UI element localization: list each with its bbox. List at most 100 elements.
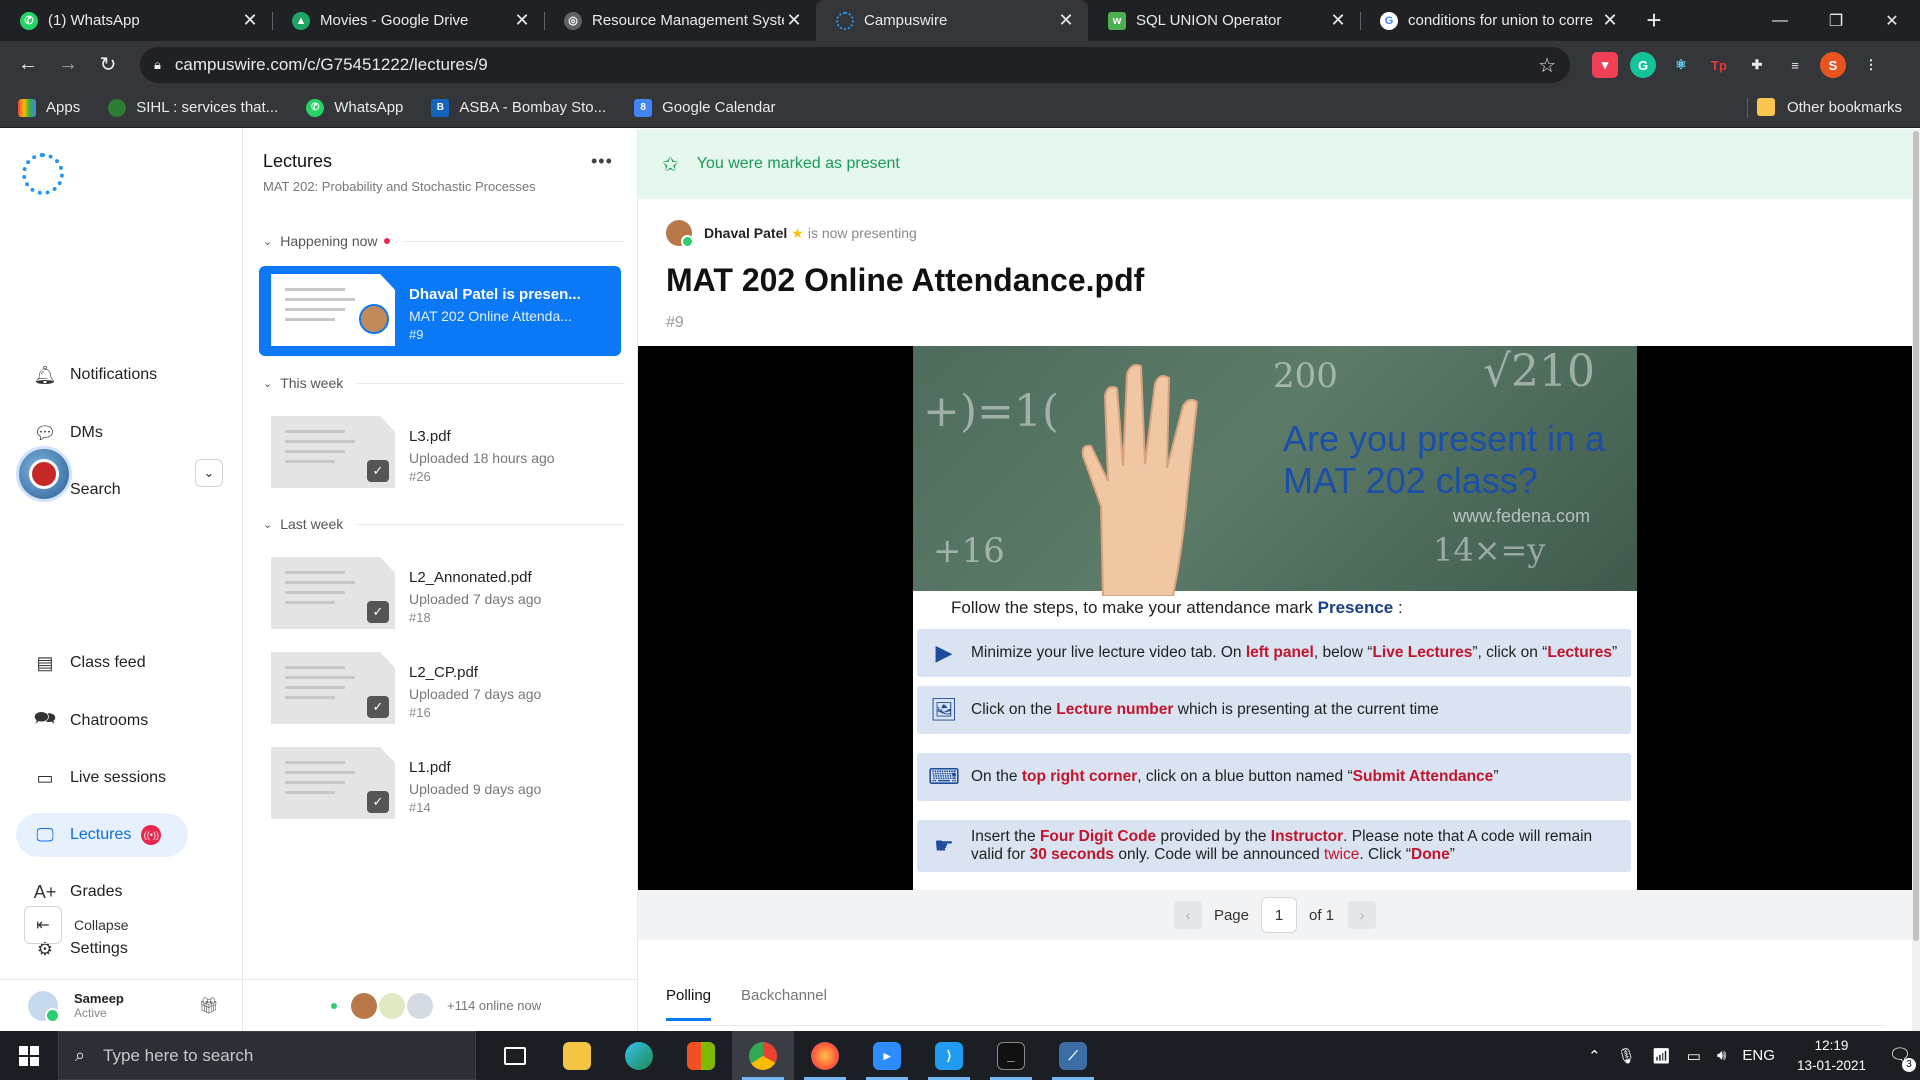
raised-hand-image <box>1081 364 1199 596</box>
chevron-down-icon[interactable]: ⌄ <box>195 459 223 487</box>
section-happening-now[interactable]: ⌄ Happening now <box>263 233 625 249</box>
page-scrollbar[interactable] <box>1912 129 1920 1031</box>
profile-avatar[interactable]: S <box>1820 52 1846 78</box>
divider <box>357 382 625 384</box>
lecture-number: #16 <box>409 705 431 721</box>
bookmark-label: Google Calendar <box>662 99 776 116</box>
close-icon[interactable]: ✕ <box>1056 10 1076 31</box>
file-explorer-button[interactable] <box>546 1031 608 1080</box>
browser-tab[interactable]: w SQL UNION Operator ✕ <box>1088 0 1360 41</box>
page-label: Page <box>1213 906 1249 924</box>
media-control-icon[interactable]: ≡ <box>1782 52 1808 78</box>
tab-polling[interactable]: Polling <box>666 987 712 1021</box>
firefox-button[interactable] <box>794 1031 856 1080</box>
new-tab-button[interactable]: + <box>1632 0 1676 41</box>
other-bookmarks[interactable]: Other bookmarks <box>1756 98 1902 116</box>
chrome-button[interactable] <box>732 1031 794 1080</box>
forward-icon[interactable]: → <box>48 53 88 76</box>
wifi-icon[interactable]: 📶︎ <box>1652 1047 1671 1065</box>
more-options-icon[interactable]: ••• <box>591 151 613 172</box>
terminal-button[interactable]: _ <box>980 1031 1042 1080</box>
nav-chatrooms[interactable]: 🗪︎ Chatrooms <box>16 699 188 743</box>
scrollbar-thumb[interactable] <box>1913 131 1919 941</box>
page-number-input[interactable]: 1 <box>1261 897 1297 933</box>
section-this-week[interactable]: ⌄ This week <box>263 375 625 391</box>
lecture-card[interactable]: ✓ L3.pdf Uploaded 18 hours ago #26 <box>259 408 621 498</box>
collapse-button[interactable]: ⇤ Collapse <box>24 906 128 944</box>
browser-tab[interactable]: ◎ Resource Management Syste ✕ <box>544 0 816 41</box>
lecture-card-current[interactable]: Dhaval Patel is presen... MAT 202 Online… <box>259 266 621 356</box>
taskbar-search-box[interactable]: ⌕ Type here to search <box>58 1031 476 1080</box>
lecture-card[interactable]: ✓ L1.pdf Uploaded 9 days ago #14 <box>259 739 621 829</box>
browser-tab[interactable]: ▲ Movies - Google Drive ✕ <box>272 0 544 41</box>
extensions-puzzle-icon[interactable]: ✚ <box>1744 52 1770 78</box>
language-indicator[interactable]: ENG <box>1742 1047 1775 1064</box>
restore-icon[interactable]: ❐ <box>1808 0 1864 41</box>
browser-tab[interactable]: G conditions for union to corre ✕ <box>1360 0 1632 41</box>
nav-live-sessions[interactable]: ▭ Live sessions <box>16 756 188 800</box>
minimize-icon[interactable]: — <box>1752 0 1808 41</box>
windows-start-button[interactable] <box>0 1031 58 1080</box>
chevron-up-icon[interactable]: ⌃ <box>1588 1047 1601 1065</box>
task-view-button[interactable] <box>484 1031 546 1080</box>
reload-icon[interactable]: ↻ <box>88 52 128 77</box>
browser-tab-active[interactable]: Campuswire ✕ <box>816 0 1088 41</box>
presenter-name[interactable]: Dhaval Patel <box>704 225 787 241</box>
tree-icon <box>108 98 127 117</box>
close-icon[interactable]: ✕ <box>1328 10 1348 31</box>
bookmark-star-icon[interactable]: ☆ <box>1538 53 1556 78</box>
gift-icon[interactable]: 🎁︎ <box>199 996 219 1016</box>
tab-title: Campuswire <box>864 12 948 29</box>
lecture-title: L3.pdf <box>409 428 451 445</box>
pocket-icon[interactable]: ▾ <box>1592 52 1618 78</box>
next-page-button[interactable]: › <box>1348 901 1377 929</box>
bookmark-whatsapp[interactable]: ✆ WhatsApp <box>306 98 403 117</box>
volume-icon[interactable]: 🔊︎ <box>1717 1047 1726 1064</box>
grammarly-icon[interactable]: G <box>1630 52 1656 78</box>
close-window-icon[interactable]: ✕ <box>1864 0 1920 41</box>
nav-notifications[interactable]: 🔔︎ Notifications <box>16 353 188 397</box>
bookmark-google-calendar[interactable]: 8 Google Calendar <box>634 98 776 117</box>
other-bookmarks-label: Other bookmarks <box>1786 98 1902 116</box>
zoom-button[interactable]: ▸ <box>856 1031 918 1080</box>
vscode-button[interactable]: ⟩ <box>918 1031 980 1080</box>
vscode-icon: ⟩ <box>935 1041 963 1070</box>
nav-class-feed[interactable]: ▤ Class feed <box>16 641 188 685</box>
battery-icon[interactable]: ▭ <box>1687 1047 1701 1065</box>
bookmark-apps[interactable]: Apps <box>18 98 80 117</box>
presenter-avatar[interactable] <box>666 220 694 248</box>
bookmark-asba[interactable]: B ASBA - Bombay Sto... <box>431 98 606 117</box>
bookmark-sihl[interactable]: SIHL : services that... <box>108 98 278 117</box>
taskbar-clock[interactable]: 12:19 13-01-2021 <box>1797 1036 1866 1076</box>
online-dot-icon <box>331 1002 337 1009</box>
edge-button[interactable] <box>608 1031 670 1080</box>
react-devtools-icon[interactable]: ⚛ <box>1668 52 1694 78</box>
campuswire-logo[interactable] <box>22 153 64 195</box>
mysql-workbench-button[interactable]: ⟋ <box>1042 1031 1104 1080</box>
nav-lectures[interactable]: 🖵︎ Lectures ((•)) <box>16 813 188 857</box>
section-last-week[interactable]: ⌄ Last week <box>263 516 625 532</box>
tp-extension-icon[interactable]: Tp <box>1706 52 1732 78</box>
prev-page-button[interactable]: ‹ <box>1173 901 1202 929</box>
class-avatar[interactable] <box>16 446 72 502</box>
close-icon[interactable]: ✕ <box>784 10 804 31</box>
pdf-viewer[interactable]: +)=1( √210 200 +16 14×=y Are you present… <box>638 346 1912 890</box>
microphone-icon[interactable]: 🎙︎ <box>1617 1047 1636 1065</box>
chrome-menu-icon[interactable]: ⋮ <box>1858 52 1884 78</box>
action-center-button[interactable]: 🗨︎ 3 <box>1880 1045 1920 1072</box>
bookmark-divider <box>1747 98 1748 118</box>
close-icon[interactable]: ✕ <box>1600 10 1620 31</box>
back-icon[interactable]: ← <box>8 53 48 76</box>
lecture-card[interactable]: ✓ L2_CP.pdf Uploaded 7 days ago #16 <box>259 644 621 734</box>
current-user[interactable]: Sameep Active 🎁︎ <box>0 979 243 1031</box>
browser-tab[interactable]: ✆ (1) WhatsApp ✕ <box>0 0 272 41</box>
close-icon[interactable]: ✕ <box>240 10 260 31</box>
store-button[interactable] <box>670 1031 732 1080</box>
tab-backchannel[interactable]: Backchannel <box>741 987 827 1021</box>
live-indicator-icon: ((•)) <box>141 825 162 845</box>
slide-question-line: MAT 202 class? <box>1283 460 1538 501</box>
online-users-bar[interactable]: +114 online now <box>243 979 638 1031</box>
close-icon[interactable]: ✕ <box>512 10 532 31</box>
lecture-card[interactable]: ✓ L2_Annonated.pdf Uploaded 7 days ago #… <box>259 549 621 639</box>
address-bar[interactable]: 🔒︎ campuswire.com/c/G75451222/lectures/9… <box>140 47 1570 83</box>
